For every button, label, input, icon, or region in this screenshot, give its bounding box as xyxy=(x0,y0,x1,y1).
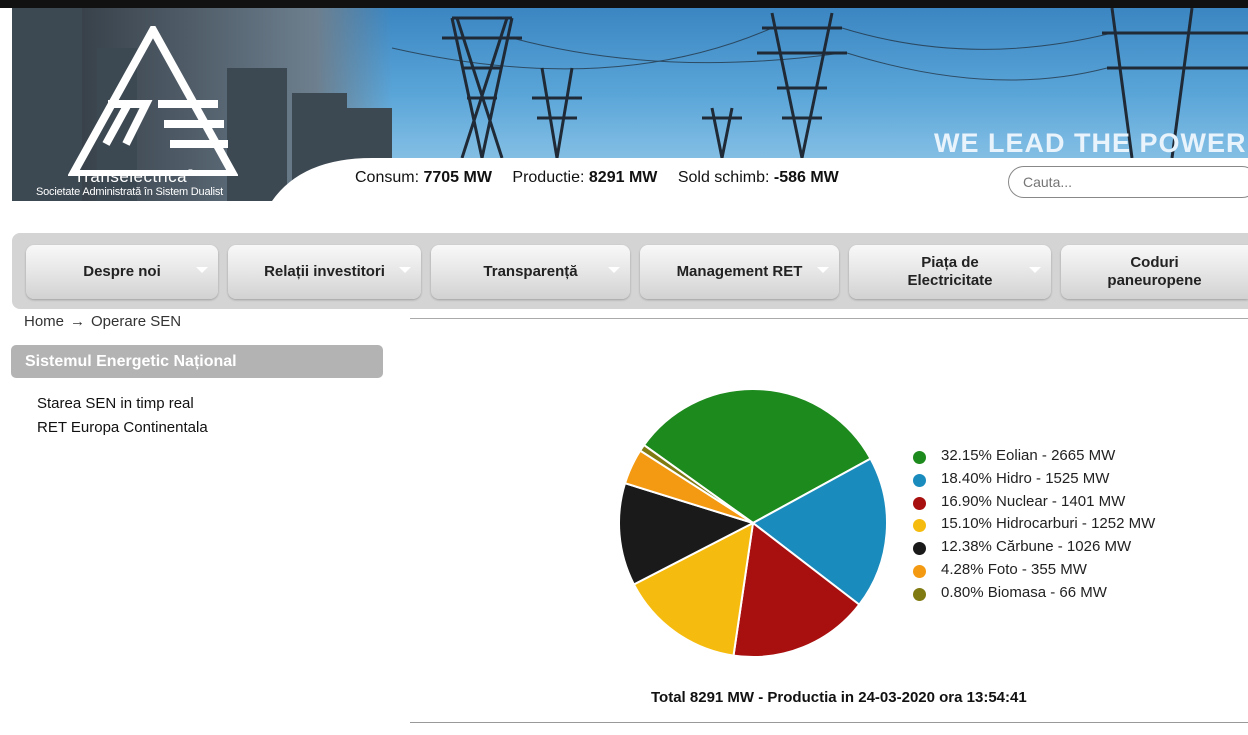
nav-label: Piața de Electricitate xyxy=(907,254,993,289)
banner-slogan: WE LEAD THE POWER xyxy=(934,128,1247,158)
divider xyxy=(410,722,1248,723)
nav-coduri-paneuropene[interactable]: Coduri paneuropene xyxy=(1061,245,1248,299)
chart-footer-total: Total 8291 MW - Productia in 24-03-2020 … xyxy=(651,689,1027,706)
legend-color-dot-icon xyxy=(913,587,926,601)
consum-value: 7705 MW xyxy=(423,169,492,186)
sidebar-title: Sistemul Energetic Național xyxy=(11,345,383,378)
chevron-down-icon xyxy=(1029,267,1041,273)
brand-name: Transelectrica® xyxy=(74,167,195,186)
nav-label: Transparență xyxy=(483,263,578,280)
nav-piata-electricitate[interactable]: Piața de Electricitate xyxy=(849,245,1051,299)
legend-label: 12.38% Cărbune - 1026 MW xyxy=(941,538,1132,556)
chevron-down-icon xyxy=(196,267,208,273)
chevron-down-icon xyxy=(608,267,620,273)
top-border xyxy=(0,0,1248,8)
legend-color-dot-icon xyxy=(913,473,926,487)
legend-color-dot-icon xyxy=(913,519,926,533)
productie-label: Productie: xyxy=(512,169,585,186)
legend-label: 16.90% Nuclear - 1401 MW xyxy=(941,492,1126,510)
brand-tagline: Societate Administrată în Sistem Dualist xyxy=(36,186,224,198)
chevron-down-icon xyxy=(399,267,411,273)
nav-relatii-investitori[interactable]: Relații investitori xyxy=(228,245,421,299)
legend-label: 0.80% Biomasa - 66 MW xyxy=(941,583,1107,601)
chevron-down-icon xyxy=(817,267,829,273)
nav-label: Management RET xyxy=(676,263,803,280)
legend-color-dot-icon xyxy=(913,564,926,578)
legend-color-dot-icon xyxy=(913,451,926,464)
legend-color-dot-icon xyxy=(913,542,926,556)
breadcrumb-separator: → xyxy=(70,313,86,330)
legend-label: 18.40% Hidro - 1525 MW xyxy=(941,469,1110,487)
nav-label: Despre noi xyxy=(83,263,161,280)
nav-label: Relații investitori xyxy=(264,263,385,280)
sidebar-link-ret-europa[interactable]: RET Europa Continentala xyxy=(37,419,208,436)
sold-schimb-value: -586 MW xyxy=(773,169,839,186)
legend-label: 15.10% Hidrocarburi - 1252 MW xyxy=(941,515,1156,533)
nav-despre-noi[interactable]: Despre noi xyxy=(26,245,218,299)
sold-schimb-label: Sold schimb: xyxy=(677,169,770,186)
breadcrumb: Home → Operare SEN xyxy=(24,313,181,330)
legend-color-dot-icon xyxy=(913,496,926,510)
breadcrumb-current: Operare SEN xyxy=(91,313,182,330)
transelectrica-logo xyxy=(68,26,238,176)
consum-label: Consum: xyxy=(355,169,420,186)
nav-transparenta[interactable]: Transparență xyxy=(431,245,630,299)
sidebar-link-starea-sen[interactable]: Starea SEN in timp real xyxy=(37,395,194,412)
nav-label: Coduri paneuropene xyxy=(1107,254,1202,289)
search-input[interactable] xyxy=(1008,166,1248,198)
live-stats: Consum: 7705 MW Productie: 8291 MW Sold … xyxy=(355,169,839,187)
legend-label: 32.15% Eolian - 2665 MW xyxy=(941,447,1116,464)
divider xyxy=(410,318,1248,319)
production-pie-chart xyxy=(618,388,888,658)
breadcrumb-home[interactable]: Home xyxy=(24,313,64,330)
productie-value: 8291 MW xyxy=(588,169,658,186)
legend-label: 4.28% Foto - 355 MW xyxy=(941,560,1087,578)
nav-management-ret[interactable]: Management RET xyxy=(640,245,839,299)
